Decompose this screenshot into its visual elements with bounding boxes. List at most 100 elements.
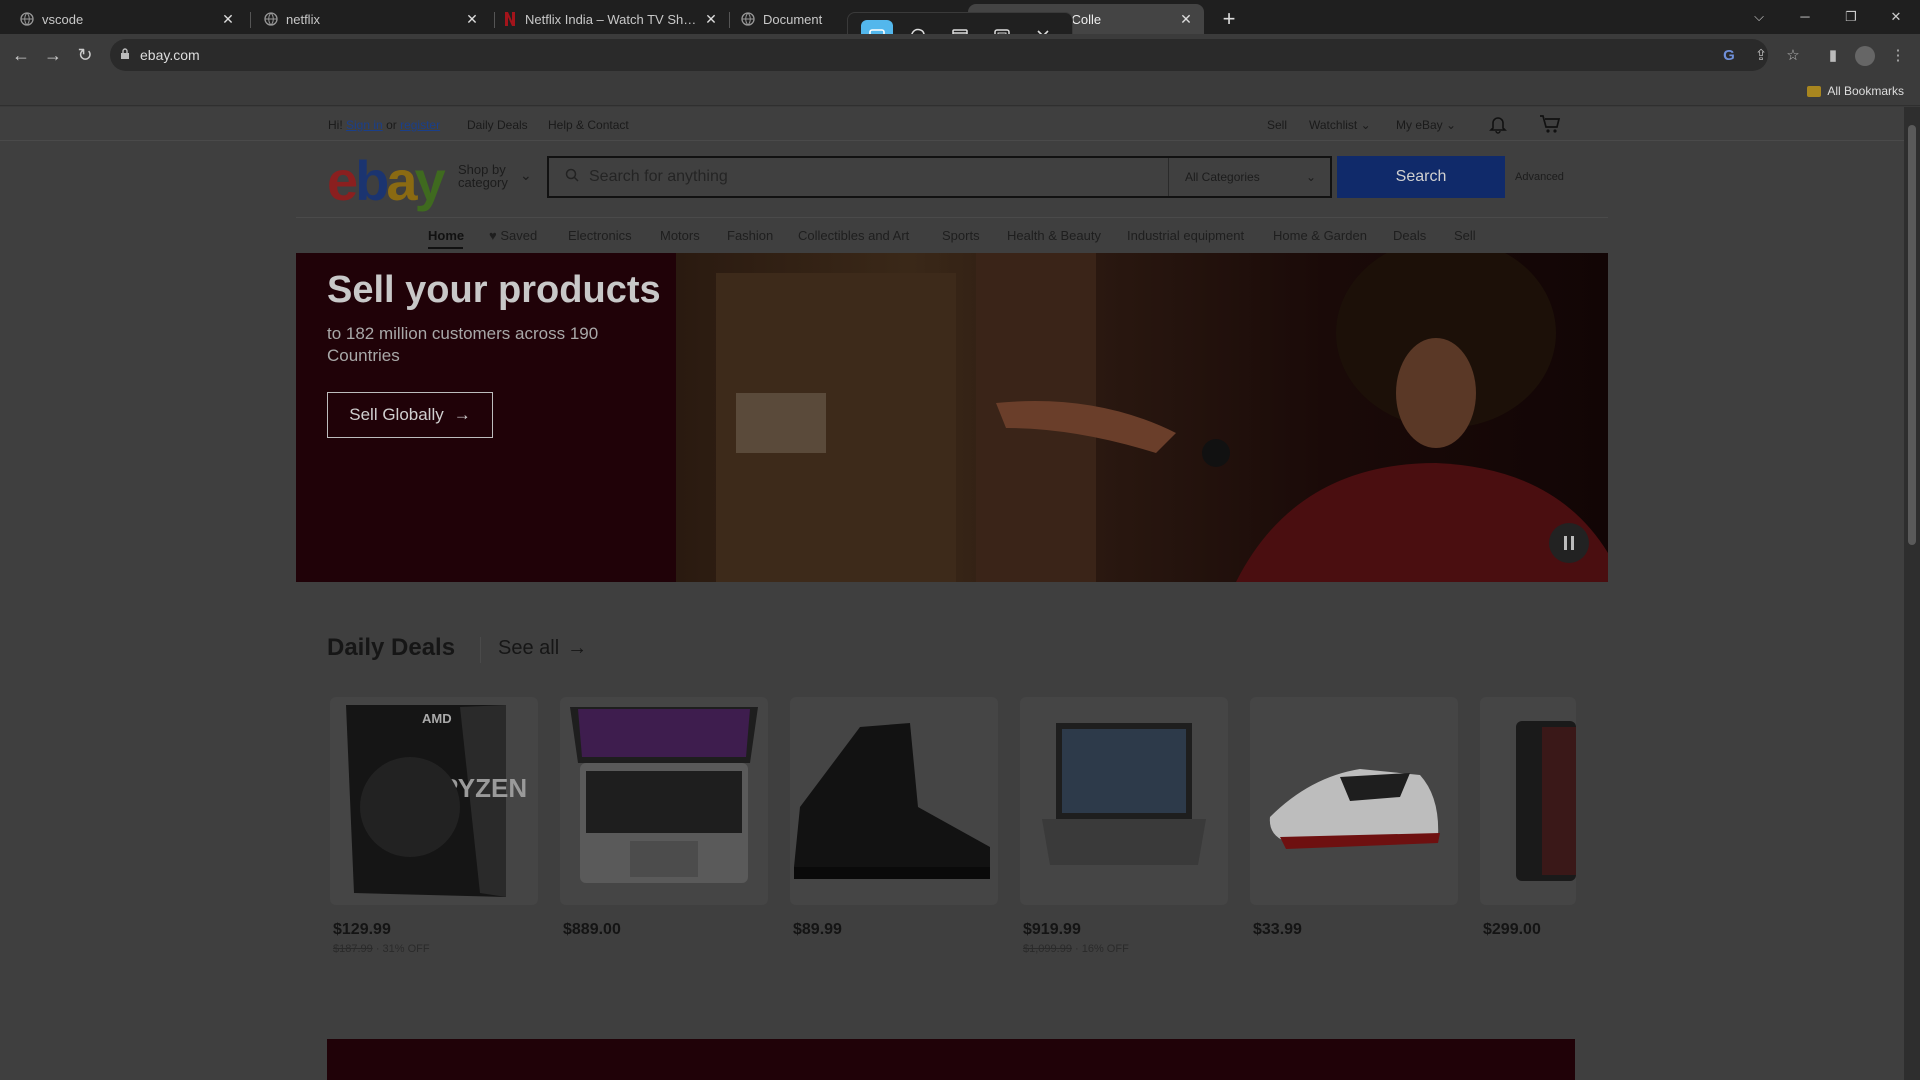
deal-card[interactable]: $299.00	[1480, 697, 1576, 939]
scrollbar[interactable]	[1904, 107, 1920, 1080]
category-select[interactable]: All Categories ⌄	[1168, 158, 1330, 196]
deal-price: $299.00	[1483, 921, 1541, 938]
tab-netflix[interactable]: netflix ✕	[254, 4, 490, 34]
product-image	[790, 697, 998, 905]
folder-icon	[1807, 85, 1822, 97]
catnav-sell[interactable]: Sell	[1454, 228, 1476, 243]
chevron-down-icon: ⌄	[520, 167, 532, 183]
sell-link[interactable]: Sell	[1267, 118, 1287, 132]
daily-deals-title: Daily Deals	[327, 634, 456, 661]
deal-price: $889.00	[563, 921, 621, 938]
my-ebay-menu[interactable]: My eBay ⌄	[1396, 118, 1456, 132]
minimize-button[interactable]: ─	[1790, 6, 1820, 28]
tab-netflix-india[interactable]: Netflix India – Watch TV Shows ✕	[493, 4, 729, 34]
category-nav: Home ♥ Saved Electronics Motors Fashion …	[296, 217, 1608, 249]
active-tab-indicator	[428, 247, 463, 249]
tab-document[interactable]: Document	[731, 4, 851, 34]
close-icon[interactable]: ✕	[1178, 11, 1194, 28]
address-bar[interactable]: ebay.com	[110, 39, 1768, 71]
hero-subtitle: to 182 million customers across 190 Coun…	[327, 324, 599, 365]
deal-card[interactable]: $33.99	[1250, 697, 1458, 939]
product-image	[560, 697, 768, 905]
deal-card[interactable]: $919.99 $1,099.99 · 16% OFF	[1020, 697, 1228, 955]
catnav-sports[interactable]: Sports	[942, 228, 980, 243]
deal-card[interactable]: RYZEN AMD $129.99 $187.99 · 31% OFF	[330, 697, 538, 955]
chevron-down-icon: ⌄	[1305, 170, 1316, 184]
product-image	[1020, 697, 1228, 905]
catnav-deals[interactable]: Deals	[1393, 228, 1426, 243]
globe-icon	[20, 12, 34, 26]
deal-card[interactable]: $89.99	[790, 697, 998, 939]
forward-icon[interactable]: →	[40, 42, 66, 68]
back-icon[interactable]: ←	[8, 42, 34, 68]
promo-banner[interactable]	[327, 1039, 1575, 1080]
netflix-icon	[503, 12, 517, 26]
catnav-collectibles[interactable]: Collectibles and Art	[798, 228, 909, 243]
search-icon	[565, 168, 579, 187]
catnav-home-garden[interactable]: Home & Garden	[1273, 228, 1367, 243]
top-nav: Hi! Sign in or register Daily Deals Help…	[0, 107, 1904, 141]
google-icon[interactable]: G	[1719, 46, 1739, 66]
sell-globally-button[interactable]: Sell Globally →	[327, 392, 493, 438]
product-image	[1480, 697, 1576, 905]
close-icon[interactable]: ✕	[703, 11, 719, 28]
menu-icon[interactable]: ⋮	[1888, 46, 1908, 66]
side-panel-icon[interactable]: ▮	[1823, 46, 1843, 66]
catnav-home[interactable]: Home	[428, 228, 464, 243]
sign-in-link[interactable]: Sign in	[346, 118, 383, 132]
deal-price: $89.99	[793, 921, 842, 938]
hero-image	[676, 253, 1608, 582]
deal-original: $1,099.99 · 16% OFF	[1023, 943, 1129, 955]
reload-icon[interactable]: ↻	[72, 42, 98, 68]
shop-by-category[interactable]: Shop by category	[458, 163, 508, 189]
search-button[interactable]: Search	[1337, 156, 1505, 198]
catnav-fashion[interactable]: Fashion	[727, 228, 773, 243]
profile-avatar[interactable]	[1855, 46, 1875, 66]
register-link[interactable]: register	[400, 118, 440, 132]
catnav-saved[interactable]: ♥ Saved	[489, 228, 537, 243]
watchlist-menu[interactable]: Watchlist ⌄	[1309, 118, 1371, 132]
search-input[interactable]: Search for anything	[589, 168, 1168, 186]
deal-price: $129.99	[333, 921, 391, 938]
arrow-right-icon: →	[567, 637, 588, 659]
scrollbar-thumb[interactable]	[1908, 125, 1916, 545]
pause-button[interactable]	[1549, 523, 1589, 563]
close-icon[interactable]: ✕	[464, 11, 480, 28]
advanced-search-link[interactable]: Advanced	[1515, 171, 1564, 183]
see-all-link[interactable]: See all →	[498, 637, 587, 660]
deal-card[interactable]: $889.00	[560, 697, 768, 939]
greeting: Hi! Sign in or register	[328, 118, 441, 132]
tab-title: netflix	[286, 11, 320, 27]
close-window-button[interactable]: ✕	[1881, 6, 1911, 28]
catnav-motors[interactable]: Motors	[660, 228, 700, 243]
cart-icon[interactable]	[1539, 114, 1561, 137]
daily-deals-link[interactable]: Daily Deals	[467, 118, 528, 132]
tab-title: Netflix India – Watch TV Shows	[525, 11, 703, 27]
restore-button[interactable]: ❐	[1836, 6, 1866, 28]
hero-banner[interactable]: Sell your products to 182 million custom…	[296, 253, 1608, 582]
catnav-health-beauty[interactable]: Health & Beauty	[1007, 228, 1101, 243]
ebay-logo[interactable]: ebay	[327, 151, 446, 211]
star-icon[interactable]: ☆	[1783, 46, 1803, 66]
close-icon[interactable]: ✕	[220, 11, 236, 28]
tab-title: Document	[763, 11, 823, 27]
share-icon[interactable]: ⇪	[1751, 46, 1771, 66]
new-tab-button[interactable]: +	[1216, 6, 1242, 32]
deal-price: $33.99	[1253, 921, 1302, 938]
tab-vscode[interactable]: vscode ✕	[10, 4, 246, 34]
help-contact-link[interactable]: Help & Contact	[548, 118, 629, 132]
tab-search-icon[interactable]: ⌵	[1744, 6, 1774, 28]
page-content: Hi! Sign in or register Daily Deals Help…	[0, 107, 1904, 1080]
product-image	[1250, 697, 1458, 905]
svg-text:AMD: AMD	[422, 711, 452, 726]
catnav-electronics[interactable]: Electronics	[568, 228, 632, 243]
tab-title: vscode	[42, 11, 84, 27]
catnav-industrial[interactable]: Industrial equipment	[1127, 228, 1244, 243]
hero-title: Sell your products	[327, 269, 661, 311]
all-bookmarks-label: All Bookmarks	[1827, 84, 1904, 98]
globe-icon	[741, 12, 755, 26]
globe-icon	[264, 12, 278, 26]
search-bar: Search for anything All Categories ⌄	[547, 156, 1332, 198]
all-bookmarks[interactable]: All Bookmarks	[1807, 84, 1904, 98]
bell-icon[interactable]	[1488, 114, 1508, 137]
